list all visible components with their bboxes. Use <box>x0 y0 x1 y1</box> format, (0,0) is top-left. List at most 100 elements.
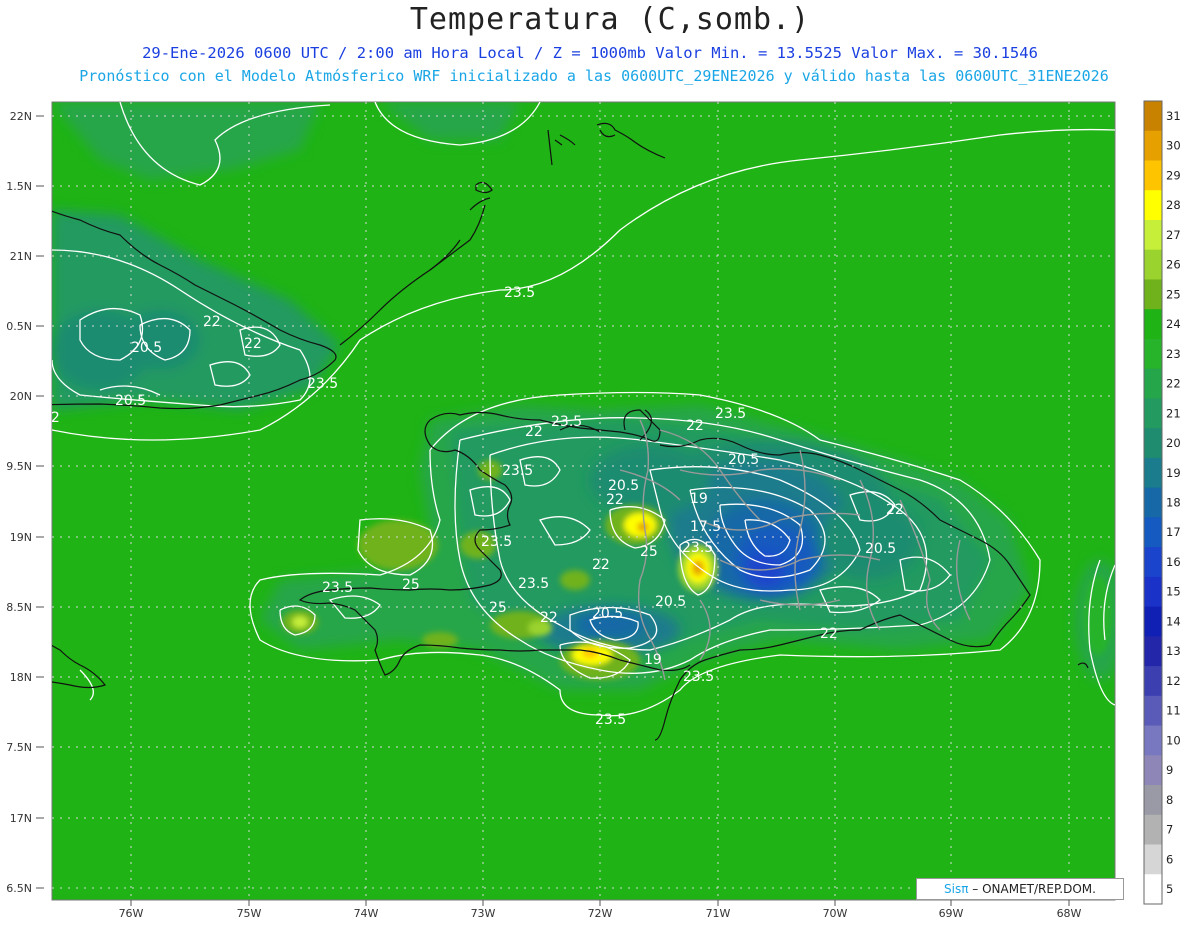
colorbar-swatch <box>1144 190 1162 221</box>
colorbar-swatch <box>1144 636 1162 667</box>
contour-label: 22 <box>886 502 904 518</box>
colorbar-swatch <box>1144 219 1162 251</box>
contour-label: 23.5 <box>683 669 714 685</box>
lon-label: 76W <box>119 907 144 920</box>
colorbar-label: 21 <box>1166 406 1181 420</box>
contour-label: 20.5 <box>608 478 639 494</box>
contour-label: 23.5 <box>715 406 746 422</box>
contour-label: 23.5 <box>551 414 582 430</box>
lon-label: 72W <box>588 907 613 920</box>
colorbar-label: 20 <box>1166 436 1181 450</box>
contour-label: 22 <box>525 424 543 440</box>
colorbar-label: 8 <box>1166 793 1173 807</box>
contour-label: 17.5 <box>690 519 721 535</box>
colorbar-swatch <box>1144 666 1162 697</box>
sispi-logo: Sis <box>944 882 962 896</box>
colorbar-swatch <box>1144 547 1162 578</box>
colorbar-swatch <box>1144 844 1162 875</box>
colorbar-swatch <box>1144 160 1162 191</box>
lon-label: 69W <box>939 907 964 920</box>
contour-label: 23.5 <box>682 540 713 556</box>
pi-symbol: π <box>961 882 969 896</box>
colorbar-swatch <box>1144 487 1162 518</box>
contour-label: 22 <box>540 610 558 626</box>
contour-label: 20.5 <box>728 452 759 468</box>
lat-label: 20N <box>10 390 32 403</box>
colorbar-label: 18 <box>1166 496 1181 510</box>
contour-label: 23.5 <box>322 580 353 596</box>
colorbar-swatch <box>1144 457 1162 489</box>
lat-label: 0.5N <box>6 320 32 333</box>
colorbar-swatch <box>1144 576 1162 608</box>
contour-label: 19 <box>644 652 662 668</box>
lon-label: 74W <box>354 907 379 920</box>
contour-label: 23.5 <box>481 534 512 550</box>
temperature-map: 23.5 23.5 23.5 23.5 23.5 23.5 23.5 23.5 … <box>6 100 1181 920</box>
lon-label: 70W <box>823 907 848 920</box>
colorbar-label: 28 <box>1166 198 1181 212</box>
contour-label: 22 <box>820 626 838 642</box>
colorbar-swatch <box>1144 874 1162 905</box>
colorbar-label: 6 <box>1166 852 1173 866</box>
lon-ticks <box>130 900 1070 906</box>
colorbar-label: 29 <box>1166 168 1181 182</box>
lat-label: 8.5N <box>6 601 32 614</box>
contour-label: 25 <box>489 600 507 616</box>
colorbar-label: 15 <box>1166 585 1181 599</box>
colorbar-label: 9 <box>1166 763 1173 777</box>
lat-label: 9.5N <box>6 460 32 473</box>
colorbar-swatch <box>1144 785 1162 816</box>
contour-label: 22 <box>686 418 704 434</box>
contour-label: 20.5 <box>655 594 686 610</box>
credit-text: – ONAMET/REP.DOM. <box>972 882 1096 896</box>
colorbar-swatch <box>1144 606 1162 637</box>
colorbar-label: 27 <box>1166 228 1181 242</box>
colorbar-swatch <box>1144 398 1162 429</box>
longitude-labels: 76W 75W 74W 73W 72W 71W 70W 69W 68W <box>119 907 1082 920</box>
lon-label: 71W <box>706 907 731 920</box>
lon-label: 68W <box>1057 907 1082 920</box>
colorbar-label: 14 <box>1166 614 1181 628</box>
lat-label: 18N <box>10 671 32 684</box>
contour-label: 20.5 <box>592 606 623 622</box>
contour-label: 23.5 <box>504 285 535 301</box>
colorbar-label: 25 <box>1166 287 1181 301</box>
colorbar-label: 17 <box>1166 525 1181 539</box>
colorbar-label: 7 <box>1166 823 1173 837</box>
colorbar-label: 11 <box>1166 704 1181 718</box>
contour-label: 20.5 <box>115 393 146 409</box>
contour-label: 22 <box>244 336 262 352</box>
colorbar-swatch <box>1144 428 1162 459</box>
contour-label: 20.5 <box>131 340 162 356</box>
contour-label: 23.5 <box>595 712 626 728</box>
colorbar-label: 12 <box>1166 674 1181 688</box>
colorbar-label: 16 <box>1166 555 1181 569</box>
colorbar-swatch <box>1144 368 1162 399</box>
colorbar-swatch <box>1144 279 1162 310</box>
lon-label: 75W <box>237 907 262 920</box>
colorbar-swatch <box>1144 309 1162 340</box>
contour-label: 19 <box>690 491 708 507</box>
credit-box: Sisπ – ONAMET/REP.DOM. <box>916 878 1124 900</box>
colorbar-swatch <box>1144 725 1162 756</box>
lat-label: 19N <box>10 531 32 544</box>
lat-label: 7.5N <box>6 741 32 754</box>
colorbar-label: 23 <box>1166 347 1181 361</box>
colorbar-label: 31 <box>1166 109 1181 123</box>
contour-label: 25 <box>640 544 658 560</box>
colorbar-swatch <box>1144 249 1162 280</box>
lat-label: 1.5N <box>6 180 32 193</box>
lat-label: 6.5N <box>6 882 32 895</box>
colorbar-swatch <box>1144 517 1162 548</box>
contour-label: 20.5 <box>865 541 896 557</box>
colorbar-swatch <box>1144 101 1162 132</box>
contour-label: 23.5 <box>307 376 338 392</box>
colorbar-label: 30 <box>1166 139 1181 153</box>
colorbar-label: 26 <box>1166 258 1181 272</box>
lon-label: 73W <box>471 907 496 920</box>
colorbar-swatch <box>1144 695 1162 727</box>
contour-label: 23.5 <box>502 463 533 479</box>
colorbar-label: 24 <box>1166 317 1181 331</box>
colorbar-swatch <box>1144 814 1162 846</box>
contour-label: 22 <box>606 492 624 508</box>
